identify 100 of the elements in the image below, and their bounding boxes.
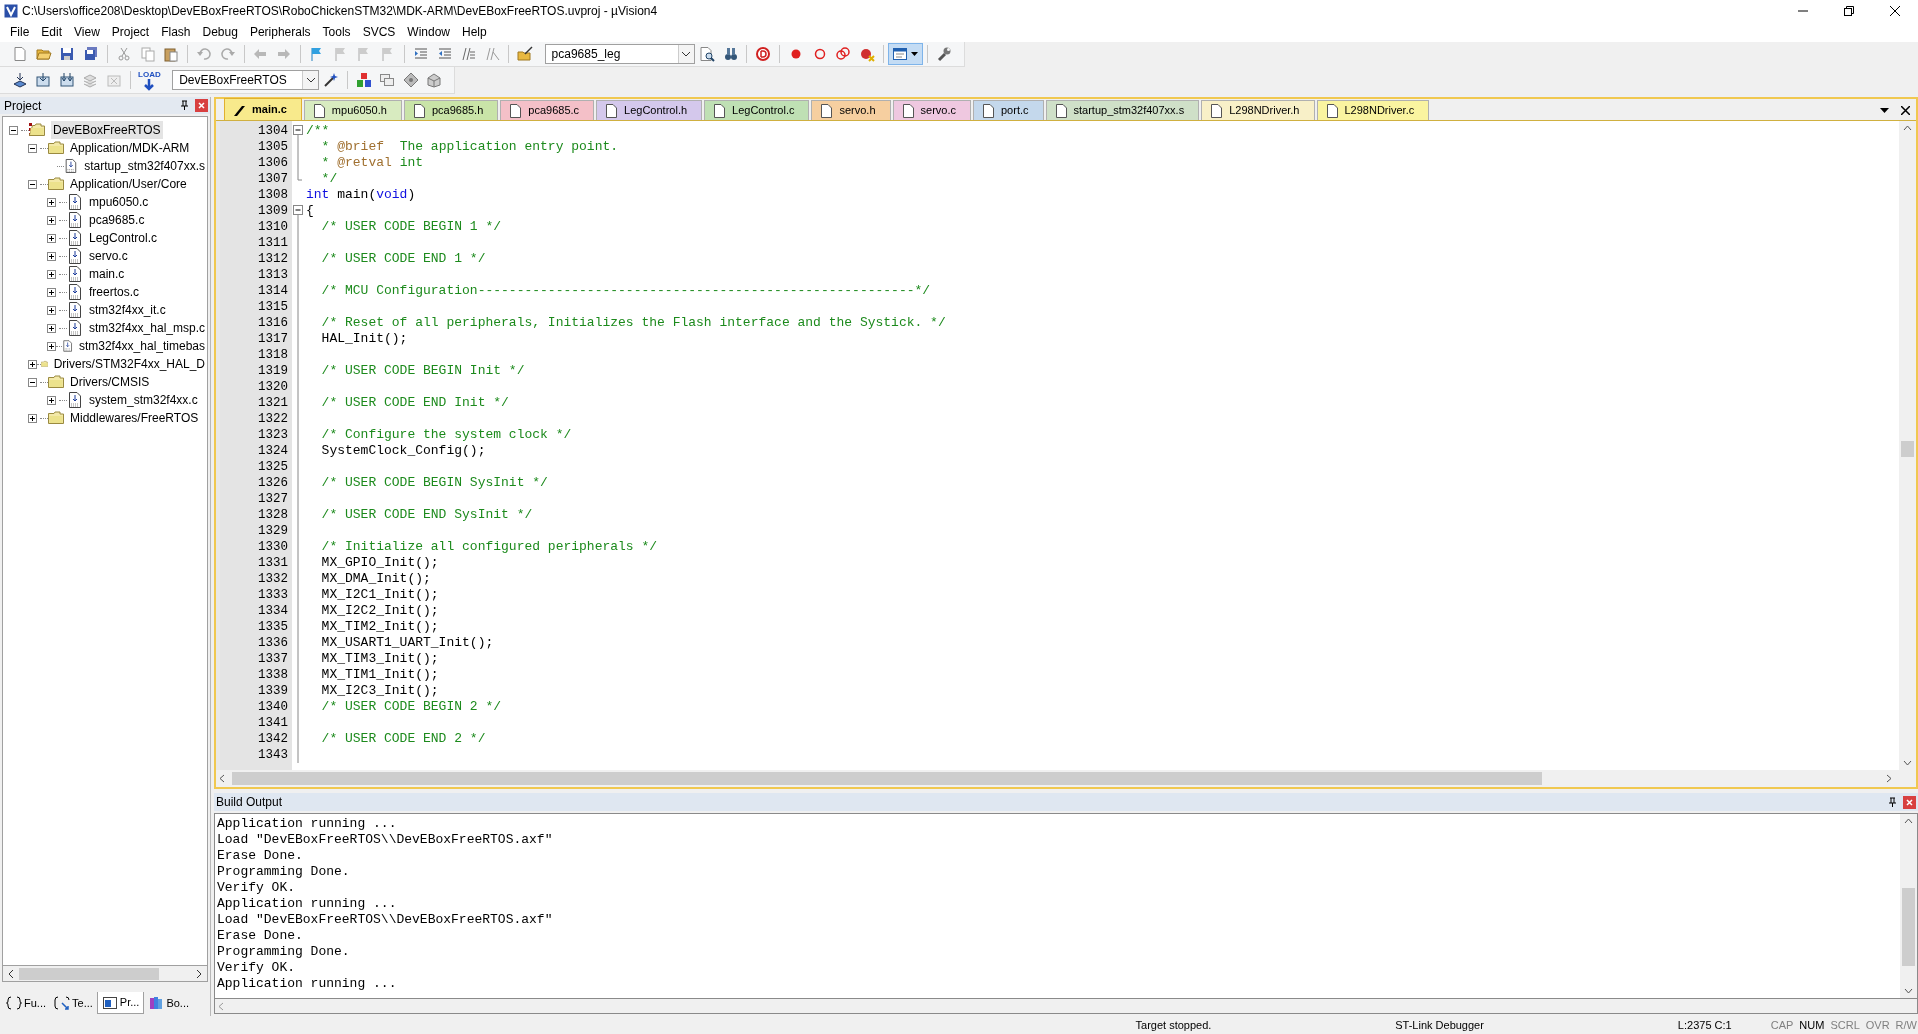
line-number: 1336 <box>257 635 289 651</box>
expand-icon[interactable] <box>28 359 37 369</box>
tree-item[interactable]: pca9685.c <box>87 211 147 229</box>
output-line: Erase Done. <box>217 848 304 864</box>
expand-icon[interactable] <box>47 341 56 351</box>
line-number: 1337 <box>257 651 289 667</box>
collapse-icon[interactable] <box>28 143 37 153</box>
vertical-scrollbar[interactable] <box>1900 814 1917 998</box>
editor-tab[interactable]: L298NDriver.c <box>1316 100 1430 120</box>
expand-icon[interactable] <box>47 197 56 207</box>
expand-icon[interactable] <box>47 305 56 315</box>
status-indicator: NUM <box>1798 1017 1826 1033</box>
tree-item[interactable]: Drivers/STM32F4xx_HAL_D <box>51 355 207 373</box>
editor-tab[interactable]: servo.h <box>811 100 891 120</box>
expand-icon[interactable] <box>47 323 56 333</box>
tree-item[interactable]: freertos.c <box>87 283 141 301</box>
fold-collapse-icon[interactable] <box>292 123 303 139</box>
scroll-thumb[interactable] <box>1902 888 1915 966</box>
editor-tab[interactable]: pca9685.c <box>500 100 595 120</box>
tab-list-icon[interactable] <box>1880 107 1889 113</box>
tree-item[interactable]: DevEBoxFreeRTOS <box>51 121 163 139</box>
tree-item[interactable]: Middlewares/FreeRTOS <box>68 409 201 427</box>
menu-item[interactable]: Debug <box>196 23 244 41</box>
collapse-icon[interactable] <box>28 179 37 189</box>
menu-item[interactable]: Window <box>401 23 456 41</box>
editor-tab[interactable]: LegControl.c <box>704 100 810 120</box>
tree-item[interactable]: Drivers/CMSIS <box>68 373 152 391</box>
collapse-icon[interactable] <box>9 125 18 135</box>
editor-tab[interactable]: servo.c <box>892 100 971 120</box>
expand-icon[interactable] <box>47 395 56 405</box>
scroll-left-icon[interactable] <box>7 969 15 978</box>
editor-tab[interactable]: L298NDriver.h <box>1201 100 1315 120</box>
down-arrow-icon <box>142 78 157 91</box>
horizontal-scrollbar[interactable] <box>2 966 208 982</box>
scroll-right-icon[interactable] <box>195 969 203 978</box>
tree-item[interactable]: main.c <box>87 265 127 283</box>
line-number: 1307 <box>257 171 289 187</box>
file-icon <box>605 103 619 118</box>
menu-item[interactable]: Help <box>456 23 493 41</box>
expand-icon[interactable] <box>47 251 56 261</box>
close-icon[interactable] <box>1901 105 1910 115</box>
editor-tab[interactable]: pca9685.h <box>403 100 499 120</box>
file-icon <box>67 212 83 228</box>
window-layout-button[interactable] <box>888 43 924 65</box>
folder-icon <box>48 140 64 156</box>
tree-item[interactable]: stm32f4xx_it.c <box>87 301 168 319</box>
menu-item[interactable]: SVCS <box>356 23 402 41</box>
code-line: /* USER CODE BEGIN Init */ <box>320 363 525 378</box>
editor-tab[interactable]: mpu6050.h <box>303 100 402 120</box>
expand-icon[interactable] <box>47 215 56 225</box>
editor-tab[interactable]: main.c <box>224 98 302 120</box>
expand-icon[interactable] <box>47 233 56 243</box>
menu-item[interactable]: File <box>4 23 36 41</box>
pin-icon[interactable] <box>1888 796 1897 808</box>
tree-item[interactable]: LegControl.c <box>87 229 160 247</box>
code-line: int main(void) <box>306 187 416 202</box>
load-button[interactable]: LOAD <box>134 68 165 92</box>
tree-item[interactable]: mpu6050.c <box>87 193 151 211</box>
menu-item[interactable]: Project <box>105 23 156 41</box>
scroll-thumb[interactable] <box>19 967 159 980</box>
dropdown-caret-icon <box>306 77 315 83</box>
tree-item[interactable]: stm32f4xx_hal_msp.c <box>86 319 207 337</box>
tree-item[interactable]: stm32f4xx_hal_timebas <box>76 337 207 355</box>
line-number: 1316 <box>257 315 289 331</box>
horizontal-scrollbar[interactable] <box>216 770 1916 787</box>
horizontal-scrollbar[interactable] <box>214 999 1918 1014</box>
line-number: 1310 <box>257 219 289 235</box>
expand-icon[interactable] <box>28 413 37 423</box>
expand-icon[interactable] <box>47 287 56 297</box>
menu-item[interactable]: Peripherals <box>243 23 317 41</box>
tree-item[interactable]: Application/User/Core <box>68 175 189 193</box>
pin-icon[interactable] <box>180 100 189 111</box>
panel-tab[interactable]: Pr... <box>96 992 145 1014</box>
line-number: 1305 <box>257 139 289 155</box>
fold-collapse-icon[interactable] <box>292 203 303 219</box>
status-indicator: CAP <box>1769 1017 1795 1033</box>
editor-tab[interactable]: startup_stm32f407xx.s <box>1045 100 1200 120</box>
tree-item[interactable]: startup_stm32f407xx.s <box>82 157 207 175</box>
menu-item[interactable]: Tools <box>316 23 357 41</box>
collapse-icon[interactable] <box>28 377 37 387</box>
editor-tab[interactable]: port.c <box>973 100 1044 120</box>
menu-item[interactable]: View <box>68 23 106 41</box>
line-number: 1328 <box>257 507 289 523</box>
target-combo-box[interactable]: DevEBoxFreeRTOS <box>172 70 320 90</box>
editor-tab[interactable]: LegControl.h <box>596 100 703 120</box>
tree-item[interactable]: system_stm32f4xx.c <box>87 391 200 409</box>
tree-item[interactable]: servo.c <box>87 247 130 265</box>
find-combo-box[interactable]: pca9685_leg <box>544 44 695 64</box>
menu-item[interactable]: Flash <box>155 23 197 41</box>
menu-item[interactable]: Edit <box>35 23 69 41</box>
line-number: 1340 <box>257 699 289 715</box>
vertical-scrollbar[interactable] <box>1899 121 1916 770</box>
tree-item[interactable]: Application/MDK-ARM <box>68 139 192 157</box>
output-line: Verify OK. <box>217 960 296 976</box>
scroll-thumb[interactable] <box>1901 441 1914 457</box>
scroll-thumb[interactable] <box>232 772 1542 785</box>
line-number: 1304 <box>257 123 289 139</box>
braces-icon <box>6 995 22 1011</box>
expand-icon[interactable] <box>47 269 56 279</box>
code-line: /* USER CODE BEGIN 2 */ <box>320 699 502 714</box>
